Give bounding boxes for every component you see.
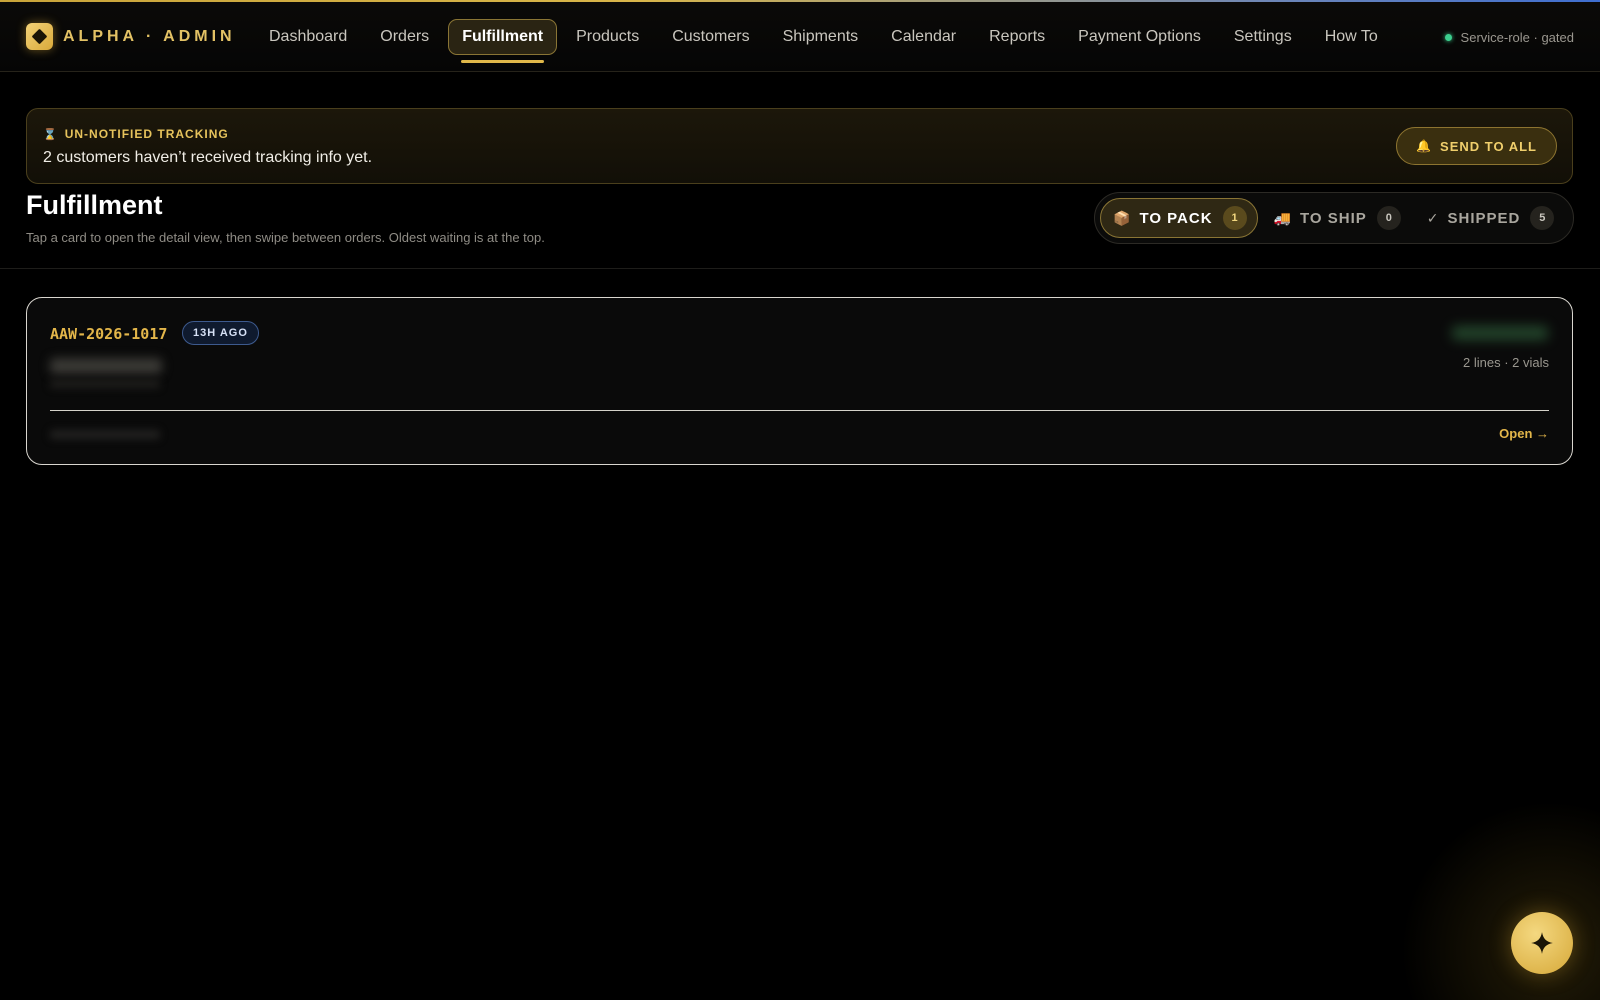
service-status: Service-role · gated [1444, 2, 1574, 72]
tab-to-ship-count: 0 [1376, 206, 1401, 230]
tab-to-ship-label: TO SHIP [1300, 209, 1367, 227]
tab-to-pack-count: 1 [1222, 206, 1247, 230]
tab-shipped-count: 5 [1530, 206, 1555, 230]
tab-to-ship[interactable]: 🚚 TO SHIP 0 [1262, 198, 1411, 238]
redacted-customer-name [50, 358, 162, 374]
main-nav: Dashboard Orders Fulfillment Products Cu… [255, 18, 1397, 63]
redacted-footer-info [50, 430, 160, 439]
banner-kicker-text: UN-NOTIFIED TRACKING [64, 127, 229, 141]
section-divider [0, 268, 1600, 269]
page-title: Fulfillment [26, 190, 163, 220]
logo-icon [26, 23, 53, 50]
redacted-order-total [1452, 326, 1548, 340]
nav-products[interactable]: Products [562, 19, 653, 55]
nav-shipments[interactable]: Shipments [769, 19, 873, 55]
check-icon: ✓ [1426, 209, 1440, 226]
redacted-customer-detail [50, 380, 160, 388]
tab-to-pack-label: TO PACK [1139, 209, 1213, 227]
truck-icon: 🚚 [1273, 209, 1292, 226]
order-line-summary: 2 lines · 2 vials [1463, 355, 1549, 370]
nav-dashboard[interactable]: Dashboard [255, 19, 361, 55]
status-dot-icon [1444, 33, 1452, 41]
sparkle-icon [1531, 932, 1553, 954]
bell-icon: 🔔 [1416, 139, 1433, 153]
hourglass-icon: ⌛ [43, 128, 58, 141]
nav-how-to[interactable]: How To [1311, 19, 1392, 55]
banner-message: 2 customers haven’t received tracking in… [43, 149, 373, 166]
tab-shipped-label: SHIPPED [1447, 209, 1521, 227]
brand[interactable]: ALPHA · ADMIN [26, 23, 236, 50]
order-card[interactable]: AAW-2026-1017 13H AGO 2 lines · 2 vials … [26, 297, 1573, 465]
order-id: AAW-2026-1017 [50, 325, 168, 343]
page-subtitle: Tap a card to open the detail view, then… [26, 230, 545, 245]
nav-settings[interactable]: Settings [1220, 19, 1306, 55]
status-text: Service-role · gated [1460, 29, 1574, 45]
top-nav-bar: ALPHA · ADMIN Dashboard Orders Fulfillme… [0, 2, 1600, 72]
nav-calendar[interactable]: Calendar [877, 19, 970, 55]
nav-reports[interactable]: Reports [975, 19, 1059, 55]
send-to-all-button[interactable]: 🔔 SEND TO ALL [1396, 127, 1557, 165]
assistant-fab-button[interactable] [1511, 912, 1573, 974]
package-icon: 📦 [1113, 209, 1132, 226]
open-order-link[interactable]: Open → [1499, 426, 1549, 441]
order-age-badge: 13H AGO [182, 321, 259, 345]
card-divider [50, 410, 1549, 411]
nav-orders[interactable]: Orders [366, 19, 443, 55]
nav-payment-options[interactable]: Payment Options [1064, 19, 1215, 55]
tab-to-pack[interactable]: 📦 TO PACK 1 [1100, 198, 1258, 238]
tracking-alert-banner: ⌛ UN-NOTIFIED TRACKING 2 customers haven… [26, 108, 1573, 184]
nav-fulfillment[interactable]: Fulfillment [448, 18, 558, 63]
send-to-all-label: SEND TO ALL [1440, 138, 1537, 154]
banner-kicker: ⌛ UN-NOTIFIED TRACKING [43, 127, 229, 141]
fab-glow [1400, 800, 1600, 1000]
tab-shipped[interactable]: ✓ SHIPPED 5 [1415, 198, 1565, 238]
nav-customers[interactable]: Customers [658, 19, 763, 55]
fulfillment-status-tabs: 📦 TO PACK 1 🚚 TO SHIP 0 ✓ SHIPPED 5 [1094, 192, 1574, 244]
brand-name: ALPHA · ADMIN [63, 27, 236, 45]
